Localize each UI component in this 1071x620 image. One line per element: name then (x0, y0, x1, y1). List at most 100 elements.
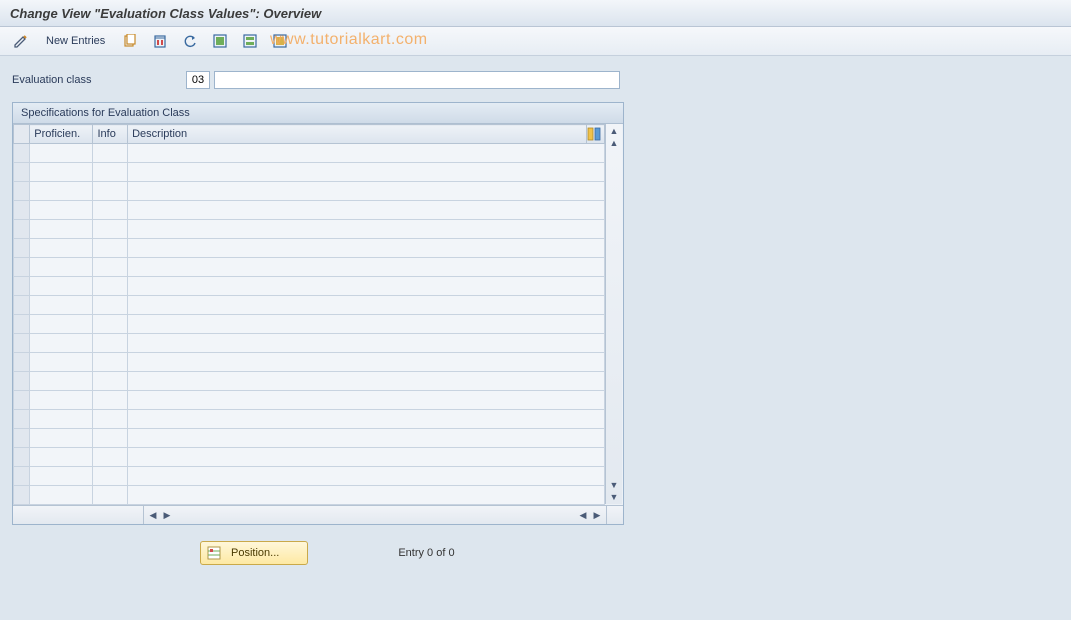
scroll-right-icon[interactable]: ▶ (590, 508, 604, 522)
cell-proficiency[interactable] (30, 201, 93, 220)
cell-proficiency[interactable] (30, 391, 93, 410)
cell-proficiency[interactable] (30, 467, 93, 486)
cell-description[interactable] (128, 429, 605, 448)
cell-proficiency[interactable] (30, 372, 93, 391)
row-selector[interactable] (14, 353, 30, 372)
table-config-button[interactable] (586, 125, 604, 144)
select-all-icon[interactable] (207, 31, 233, 51)
cell-info[interactable] (93, 334, 128, 353)
cell-description[interactable] (128, 239, 605, 258)
cell-description[interactable] (128, 201, 605, 220)
new-entries-button[interactable]: New Entries (38, 31, 113, 51)
cell-proficiency[interactable] (30, 220, 93, 239)
cell-info[interactable] (93, 182, 128, 201)
cell-proficiency[interactable] (30, 144, 93, 163)
cell-description[interactable] (128, 353, 605, 372)
delete-icon[interactable] (147, 31, 173, 51)
select-block-icon[interactable] (237, 31, 263, 51)
cell-description[interactable] (128, 391, 605, 410)
row-selector[interactable] (14, 144, 30, 163)
cell-info[interactable] (93, 258, 128, 277)
cell-info[interactable] (93, 486, 128, 505)
cell-info[interactable] (93, 296, 128, 315)
row-selector-header[interactable] (14, 125, 30, 144)
cell-description[interactable] (128, 334, 605, 353)
cell-description[interactable] (128, 258, 605, 277)
row-selector[interactable] (14, 486, 30, 505)
cell-info[interactable] (93, 315, 128, 334)
scroll-up-icon-2[interactable]: ▲ (607, 136, 621, 150)
cell-proficiency[interactable] (30, 315, 93, 334)
vertical-scrollbar[interactable]: ▲ ▲ ▼ ▼ (605, 124, 622, 504)
cell-description[interactable] (128, 277, 605, 296)
evaluation-class-input[interactable] (186, 71, 210, 89)
cell-description[interactable] (128, 486, 605, 505)
cell-description[interactable] (128, 220, 605, 239)
cell-proficiency[interactable] (30, 163, 93, 182)
horizontal-scrollbar[interactable]: ◀ ▶ ◀ ▶ (13, 505, 623, 524)
col-header-description[interactable]: Description (128, 125, 587, 144)
row-selector[interactable] (14, 410, 30, 429)
cell-info[interactable] (93, 410, 128, 429)
cell-proficiency[interactable] (30, 448, 93, 467)
cell-info[interactable] (93, 372, 128, 391)
cell-info[interactable] (93, 220, 128, 239)
cell-proficiency[interactable] (30, 353, 93, 372)
row-selector[interactable] (14, 163, 30, 182)
cell-proficiency[interactable] (30, 296, 93, 315)
row-selector[interactable] (14, 277, 30, 296)
row-selector[interactable] (14, 334, 30, 353)
cell-info[interactable] (93, 448, 128, 467)
cell-info[interactable] (93, 429, 128, 448)
col-header-proficiency[interactable]: Proficien. (30, 125, 93, 144)
row-selector[interactable] (14, 258, 30, 277)
cell-proficiency[interactable] (30, 277, 93, 296)
cell-info[interactable] (93, 163, 128, 182)
toggle-display-change-icon[interactable] (8, 31, 34, 51)
scroll-down-icon[interactable]: ▼ (607, 490, 621, 504)
cell-description[interactable] (128, 144, 605, 163)
cell-info[interactable] (93, 467, 128, 486)
row-selector[interactable] (14, 429, 30, 448)
cell-proficiency[interactable] (30, 486, 93, 505)
evaluation-class-description-input[interactable] (214, 71, 620, 89)
row-selector[interactable] (14, 182, 30, 201)
scroll-left-icon[interactable]: ◀ (146, 508, 160, 522)
cell-info[interactable] (93, 201, 128, 220)
col-header-info[interactable]: Info (93, 125, 128, 144)
cell-description[interactable] (128, 448, 605, 467)
cell-proficiency[interactable] (30, 410, 93, 429)
cell-proficiency[interactable] (30, 182, 93, 201)
row-selector[interactable] (14, 467, 30, 486)
scroll-right-step-icon[interactable]: ▶ (160, 508, 174, 522)
row-selector[interactable] (14, 372, 30, 391)
row-selector[interactable] (14, 315, 30, 334)
row-selector[interactable] (14, 220, 30, 239)
cell-proficiency[interactable] (30, 258, 93, 277)
cell-proficiency[interactable] (30, 334, 93, 353)
cell-description[interactable] (128, 410, 605, 429)
copy-as-icon[interactable] (117, 31, 143, 51)
cell-description[interactable] (128, 182, 605, 201)
deselect-all-icon[interactable] (267, 31, 293, 51)
cell-description[interactable] (128, 163, 605, 182)
cell-description[interactable] (128, 467, 605, 486)
cell-description[interactable] (128, 372, 605, 391)
cell-info[interactable] (93, 239, 128, 258)
row-selector[interactable] (14, 448, 30, 467)
cell-description[interactable] (128, 315, 605, 334)
row-selector[interactable] (14, 296, 30, 315)
position-button[interactable]: Position... (200, 541, 308, 565)
row-selector[interactable] (14, 391, 30, 410)
undo-change-icon[interactable] (177, 31, 203, 51)
cell-description[interactable] (128, 296, 605, 315)
scroll-left-step-icon[interactable]: ◀ (576, 508, 590, 522)
row-selector[interactable] (14, 201, 30, 220)
cell-proficiency[interactable] (30, 429, 93, 448)
cell-info[interactable] (93, 391, 128, 410)
cell-proficiency[interactable] (30, 239, 93, 258)
cell-info[interactable] (93, 144, 128, 163)
row-selector[interactable] (14, 239, 30, 258)
cell-info[interactable] (93, 277, 128, 296)
cell-info[interactable] (93, 353, 128, 372)
